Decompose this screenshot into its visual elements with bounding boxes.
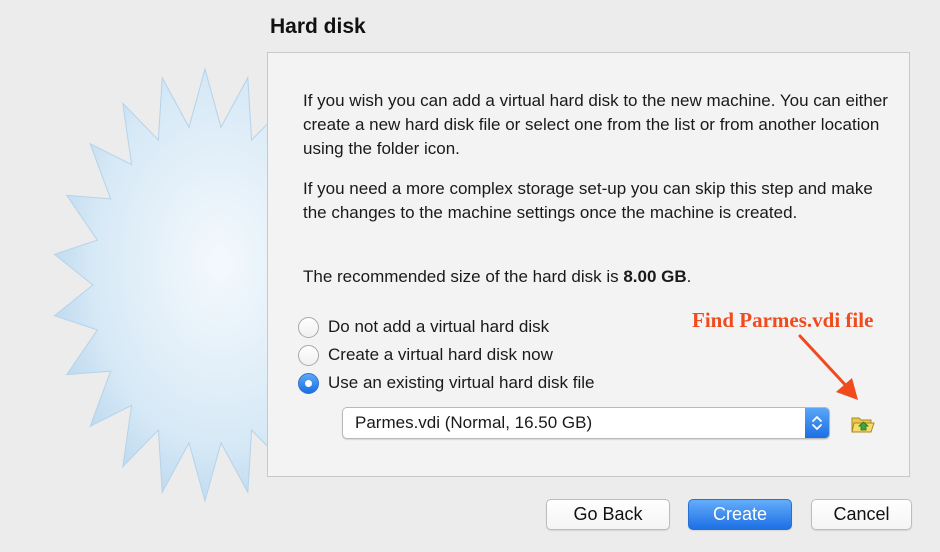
intro-paragraph: If you wish you can add a virtual hard d… [303, 91, 888, 158]
option-existing-disk-label: Use an existing virtual hard disk file [328, 373, 595, 392]
option-no-disk[interactable]: Do not add a virtual hard disk [298, 315, 549, 339]
storage-paragraph: If you need a more complex storage set-u… [303, 179, 873, 222]
page-title: Hard disk [270, 15, 366, 38]
choose-disk-file-button[interactable] [850, 414, 876, 436]
create-button[interactable]: Create [688, 499, 792, 530]
radio-existing-disk[interactable] [298, 372, 319, 394]
annotation-label: Find Parmes.vdi file [692, 308, 874, 332]
option-create-disk[interactable]: Create a virtual hard disk now [298, 343, 553, 367]
option-existing-disk[interactable]: Use an existing virtual hard disk file [298, 371, 594, 395]
recommended-suffix: . [686, 267, 692, 286]
recommended-prefix: The recommended size of the hard disk is [303, 267, 624, 286]
radio-create-disk[interactable] [298, 344, 319, 366]
recommended-size-text: The recommended size of the hard disk is… [303, 265, 893, 289]
disk-file-select[interactable]: Parmes.vdi (Normal, 16.50 GB) [342, 407, 830, 439]
go-back-button[interactable]: Go Back [546, 499, 670, 530]
annotation-arrow-icon [798, 334, 858, 400]
cancel-button[interactable]: Cancel [811, 499, 912, 530]
disk-file-select-value: Parmes.vdi (Normal, 16.50 GB) [355, 413, 593, 432]
option-create-disk-label: Create a virtual hard disk now [328, 345, 553, 364]
option-no-disk-label: Do not add a virtual hard disk [328, 317, 550, 336]
radio-no-disk[interactable] [298, 316, 319, 338]
recommended-size-value: 8.00 GB [623, 267, 687, 286]
folder-open-icon [851, 417, 875, 433]
